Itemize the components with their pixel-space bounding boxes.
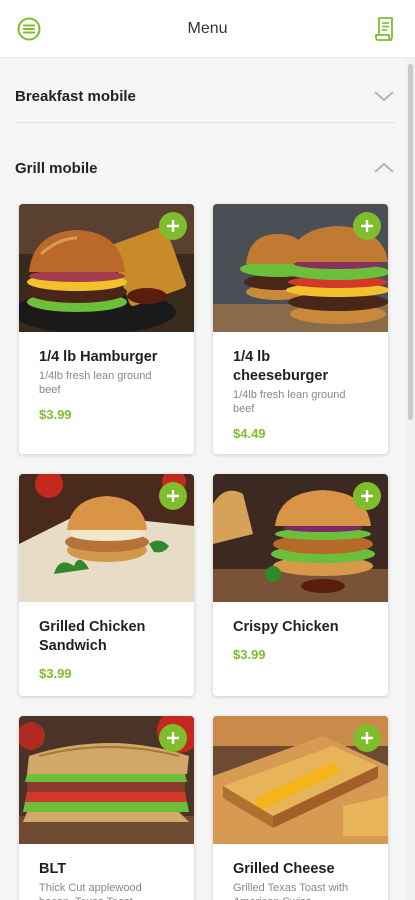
section-label: Grill mobile	[15, 159, 98, 177]
plus-icon	[361, 490, 373, 502]
item-price: $3.99	[39, 666, 72, 681]
chevron-down-icon	[374, 91, 394, 102]
plus-icon	[167, 220, 179, 232]
add-to-cart-button[interactable]	[353, 482, 381, 510]
item-name: Crispy Chicken	[233, 619, 339, 635]
item-price: $3.99	[233, 647, 266, 662]
plus-icon	[361, 220, 373, 232]
menu-item-card[interactable]: Crispy Chicken $3.99	[213, 474, 388, 696]
divider	[15, 122, 395, 123]
item-description: 1/4lb fresh lean ground beef	[39, 370, 152, 396]
food-image	[19, 474, 194, 602]
scrollbar[interactable]	[406, 58, 415, 900]
page-title: Menu	[187, 19, 228, 37]
add-to-cart-button[interactable]	[159, 212, 187, 240]
item-name: 1/4 lb Hamburger	[39, 349, 158, 365]
section-label: Breakfast mobile	[15, 87, 136, 105]
add-to-cart-button[interactable]	[353, 212, 381, 240]
plus-icon	[167, 490, 179, 502]
item-description: Thick Cut applewood bacon, Texas Toast	[39, 882, 142, 900]
item-name: BLT	[39, 861, 67, 877]
receipt-icon[interactable]	[374, 16, 398, 42]
menu-icon[interactable]	[17, 17, 41, 41]
section-header-breakfast[interactable]: Breakfast mobile	[15, 76, 395, 116]
menu-item-card[interactable]: 1/4 lb cheeseburger 1/4lb fresh lean gro…	[213, 204, 388, 454]
food-image	[19, 716, 194, 844]
menu-item-card[interactable]: Grilled Cheese Grilled Texas Toast with …	[213, 716, 388, 900]
add-to-cart-button[interactable]	[159, 482, 187, 510]
plus-icon	[167, 732, 179, 744]
menu-content[interactable]: Breakfast mobile Grill mobile 1/4 lb Ham…	[0, 58, 406, 900]
food-image	[213, 204, 388, 332]
plus-icon	[361, 732, 373, 744]
chevron-up-icon	[374, 162, 394, 173]
top-bar: Menu	[0, 0, 415, 58]
add-to-cart-button[interactable]	[353, 724, 381, 752]
item-price: $3.99	[39, 407, 72, 422]
add-to-cart-button[interactable]	[159, 724, 187, 752]
section-header-grill[interactable]: Grill mobile	[15, 148, 395, 188]
menu-item-card[interactable]: BLT Thick Cut applewood bacon, Texas Toa…	[19, 716, 194, 900]
item-name: 1/4 lb cheeseburger	[233, 349, 329, 384]
item-name: Grilled Cheese	[233, 861, 335, 877]
food-image	[213, 716, 388, 844]
item-price: $4.49	[233, 426, 266, 441]
food-image	[213, 474, 388, 602]
item-description: Grilled Texas Toast with American Swiss	[233, 882, 349, 900]
menu-item-card[interactable]: Grilled Chicken Sandwich $3.99	[19, 474, 194, 696]
item-name: Grilled Chicken Sandwich	[39, 619, 146, 654]
scrollbar-thumb[interactable]	[408, 64, 413, 420]
item-description: 1/4lb fresh lean ground beef	[233, 389, 346, 415]
menu-item-card[interactable]: 1/4 lb Hamburger 1/4lb fresh lean ground…	[19, 204, 194, 454]
food-image	[19, 204, 194, 332]
